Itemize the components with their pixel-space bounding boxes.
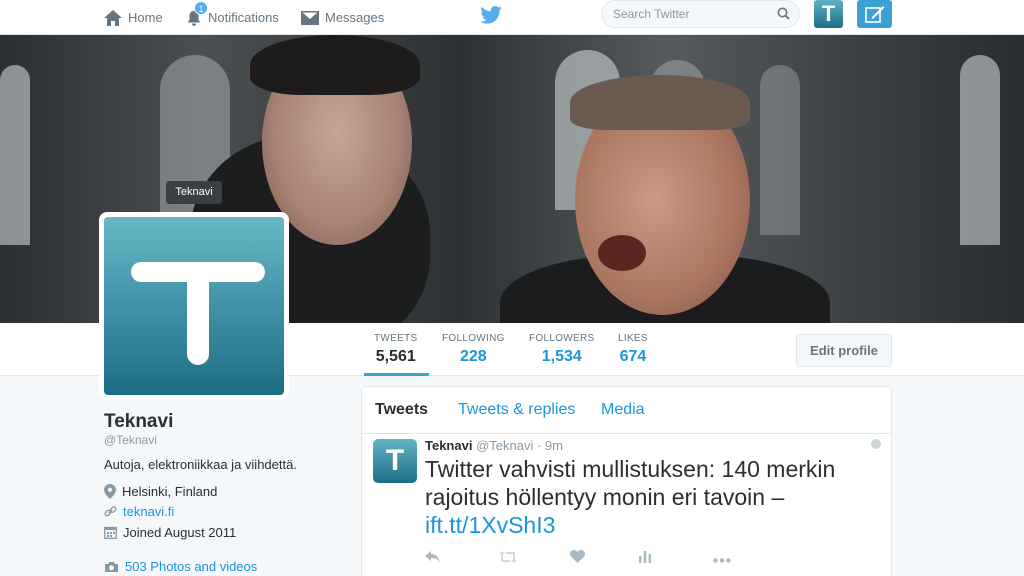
timeline-tabs: Tweets Tweets & replies Media [362, 387, 891, 434]
edit-profile-button[interactable]: Edit profile [796, 334, 892, 367]
top-navigation: Home 1 Notifications Messages Search Twi… [0, 0, 1024, 35]
compose-icon [864, 6, 884, 23]
stat-followers-label: FOLLOWERS [529, 333, 595, 344]
nav-notifications[interactable]: 1 Notifications [186, 0, 279, 35]
profile-joined-text: Joined August 2011 [123, 525, 237, 540]
avatar-tooltip: Teknavi [166, 181, 222, 204]
stat-following[interactable]: FOLLOWING 228 [442, 333, 505, 366]
tweet-header: Teknavi @Teknavi · 9m [425, 438, 563, 453]
nav-messages[interactable]: Messages [301, 0, 384, 35]
stat-tweets[interactable]: TWEETS 5,561 [374, 333, 417, 366]
tweet-actions [425, 549, 745, 568]
tweet-author-handle[interactable]: @Teknavi [476, 438, 533, 453]
tweet-text: Twitter vahvisti mullistuksen: 140 merki… [425, 455, 875, 539]
search-placeholder: Search Twitter [613, 7, 690, 21]
profile-location: Helsinki, Finland [104, 484, 217, 499]
tab-tweets[interactable]: Tweets [375, 401, 428, 419]
profile-website[interactable]: teknavi.fi [104, 504, 174, 519]
account-avatar[interactable]: T [814, 0, 843, 28]
profile-website-link[interactable]: teknavi.fi [123, 504, 174, 519]
profile-photos-link[interactable]: 503 Photos and videos [125, 559, 257, 574]
calendar-icon [104, 526, 117, 539]
stat-likes-value: 674 [619, 348, 647, 365]
stat-likes[interactable]: LIKES 674 [618, 333, 648, 366]
notification-badge: 1 [194, 1, 208, 15]
reply-icon[interactable] [425, 550, 441, 568]
tweet-avatar[interactable]: T [373, 439, 417, 483]
tab-tweets-replies[interactable]: Tweets & replies [458, 401, 575, 419]
home-icon [104, 9, 122, 26]
tweet-link[interactable]: ift.tt/1XvShI3 [425, 512, 555, 538]
nav-home[interactable]: Home [104, 0, 163, 35]
stat-following-label: FOLLOWING [442, 333, 505, 344]
teknavi-logo [104, 217, 284, 395]
tweet-text-body: Twitter vahvisti mullistuksen: 140 merki… [425, 456, 836, 510]
link-icon [104, 506, 117, 517]
profile-joined: Joined August 2011 [104, 525, 236, 540]
profile-bio: Autoja, elektroniikkaa ja viihdettä. [104, 457, 297, 472]
retweet-icon[interactable] [499, 550, 517, 568]
profile-handle[interactable]: @Teknavi [104, 433, 157, 447]
tab-media[interactable]: Media [601, 401, 645, 419]
stat-followers[interactable]: FOLLOWERS 1,534 [529, 333, 595, 366]
profile-name[interactable]: Teknavi [104, 411, 173, 433]
search-input[interactable]: Search Twitter [601, 0, 800, 28]
tweet-avatar-letter: T [385, 444, 405, 477]
more-icon[interactable] [713, 550, 731, 568]
tweet-timestamp[interactable]: · 9m [537, 438, 563, 453]
nav-messages-label: Messages [325, 10, 385, 25]
envelope-icon [301, 10, 319, 25]
profile-avatar[interactable] [99, 212, 289, 400]
globe-icon [871, 439, 881, 449]
location-pin-icon [104, 484, 116, 499]
like-icon[interactable] [570, 549, 585, 568]
analytics-icon[interactable] [639, 550, 651, 568]
stat-likes-label: LIKES [618, 333, 648, 344]
account-avatar-letter: T [821, 1, 836, 26]
camera-icon [105, 561, 118, 572]
compose-tweet-button[interactable] [857, 0, 892, 28]
tweet-author-name[interactable]: Teknavi [425, 438, 472, 453]
stat-followers-value: 1,534 [541, 348, 582, 365]
profile-photos[interactable]: 503 Photos and videos [104, 559, 257, 574]
profile-location-text: Helsinki, Finland [122, 484, 218, 499]
stat-tweets-value: 5,561 [375, 348, 416, 365]
stat-following-value: 228 [460, 348, 487, 365]
twitter-bird-icon[interactable] [480, 6, 502, 24]
nav-home-label: Home [128, 10, 163, 25]
search-icon[interactable] [777, 7, 790, 20]
active-stat-underline [364, 373, 429, 376]
timeline: Tweets Tweets & replies Media T Teknavi … [361, 386, 892, 576]
stat-tweets-label: TWEETS [374, 333, 418, 344]
nav-notifications-label: Notifications [208, 10, 279, 25]
